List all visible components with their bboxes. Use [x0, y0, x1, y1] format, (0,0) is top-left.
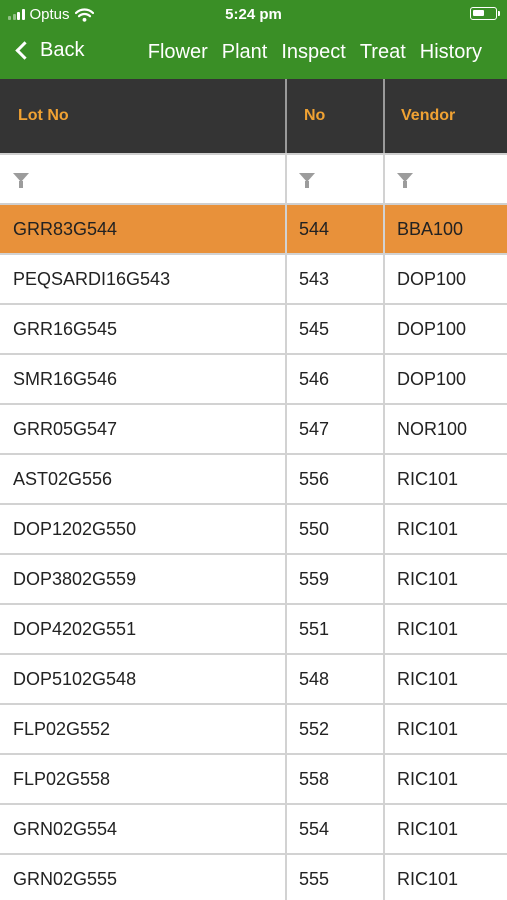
vendor-cell: RIC101: [397, 569, 459, 589]
vendor-cell: RIC101: [397, 619, 459, 639]
no-cell: 547: [299, 419, 330, 439]
vendor-cell: NOR100: [397, 419, 468, 439]
no-cell: 552: [299, 719, 330, 739]
header-divider: [383, 79, 385, 153]
no-cell: 545: [299, 319, 330, 339]
lot-no-cell: DOP5102G548: [13, 669, 137, 689]
lot-no-cell: GRR83G544: [13, 219, 118, 239]
vendor-cell: RIC101: [397, 819, 459, 839]
back-label: Back: [40, 39, 85, 61]
vendor-cell: BBA100: [397, 219, 464, 239]
lot-no-cell: GRN02G555: [13, 869, 118, 889]
table-row[interactable]: FLP02G552 552 RIC101: [0, 705, 507, 755]
no-cell: 558: [299, 769, 330, 789]
vendor-cell: RIC101: [397, 669, 459, 689]
no-cell: 556: [299, 469, 330, 489]
vendor-cell: DOP100: [397, 269, 467, 289]
vendor-cell: RIC101: [397, 869, 459, 889]
column-header-vendor[interactable]: Vendor: [401, 79, 455, 153]
vendor-cell: RIC101: [397, 719, 459, 739]
table-row[interactable]: DOP3802G559 559 RIC101: [0, 555, 507, 605]
no-cell: 546: [299, 369, 330, 389]
table-row[interactable]: PEQSARDI16G543 543 DOP100: [0, 255, 507, 305]
lot-no-cell: AST02G556: [13, 469, 113, 489]
back-button[interactable]: Back: [14, 39, 84, 62]
filter-row: [0, 153, 507, 205]
nav-flower[interactable]: Flower: [148, 41, 208, 64]
column-header-lot-no[interactable]: Lot No: [18, 79, 69, 153]
nav-treat[interactable]: Treat: [360, 41, 406, 64]
vendor-cell: RIC101: [397, 469, 459, 489]
top-bar: Optus 5:24 pm Back Flower Plant Inspect …: [0, 0, 507, 79]
lot-no-cell: FLP02G558: [13, 769, 111, 789]
lot-no-cell: FLP02G552: [13, 719, 111, 739]
vendor-cell: RIC101: [397, 519, 459, 539]
nav-plant[interactable]: Plant: [222, 41, 268, 64]
no-cell: 559: [299, 569, 330, 589]
vendor-cell: RIC101: [397, 769, 459, 789]
table-row[interactable]: FLP02G558 558 RIC101: [0, 755, 507, 805]
lot-no-cell: GRN02G554: [13, 819, 118, 839]
no-cell: 543: [299, 269, 330, 289]
vendor-cell: DOP100: [397, 369, 467, 389]
no-cell: 554: [299, 819, 330, 839]
table-row[interactable]: AST02G556 556 RIC101: [0, 455, 507, 505]
table-row[interactable]: GRR05G547 547 NOR100: [0, 405, 507, 455]
table-row[interactable]: GRR83G544 544 BBA100: [0, 205, 507, 255]
lot-no-cell: DOP3802G559: [13, 569, 137, 589]
nav-history[interactable]: History: [420, 41, 482, 64]
nav-inspect[interactable]: Inspect: [281, 41, 345, 64]
no-cell: 544: [299, 219, 330, 239]
table-body: GRR83G544 544 BBA100 PEQSARDI16G543 543 DOP10…: [0, 205, 507, 900]
lot-no-cell: DOP1202G550: [13, 519, 137, 539]
status-time: 5:24 pm: [225, 6, 282, 23]
no-cell: 551: [299, 619, 330, 639]
table-row[interactable]: GRR16G545 545 DOP100: [0, 305, 507, 355]
table-row[interactable]: SMR16G546 546 DOP100: [0, 355, 507, 405]
battery-icon: [470, 7, 500, 20]
nav-bar: Back Flower Plant Inspect Treat History: [0, 33, 507, 73]
vendor-cell: DOP100: [397, 319, 467, 339]
table-row[interactable]: DOP5102G548 548 RIC101: [0, 655, 507, 705]
lot-no-cell: SMR16G546: [13, 369, 118, 389]
table-header: Lot No No Vendor: [0, 79, 507, 153]
column-divider: [285, 153, 287, 900]
column-header-no[interactable]: No: [304, 79, 325, 153]
table-row[interactable]: GRN02G554 554 RIC101: [0, 805, 507, 855]
status-bar: Optus 5:24 pm: [0, 0, 507, 28]
chevron-left-icon: [15, 41, 34, 60]
no-cell: 548: [299, 669, 330, 689]
table-row[interactable]: DOP1202G550 550 RIC101: [0, 505, 507, 555]
table-row[interactable]: DOP4202G551 551 RIC101: [0, 605, 507, 655]
header-divider: [285, 79, 287, 153]
nav-links: Flower Plant Inspect Treat History: [148, 41, 482, 64]
lot-no-cell: PEQSARDI16G543: [13, 269, 171, 289]
lot-no-cell: GRR05G547: [13, 419, 118, 439]
no-cell: 555: [299, 869, 330, 889]
table-row[interactable]: GRN02G555 555 RIC101: [0, 855, 507, 900]
no-cell: 550: [299, 519, 330, 539]
lot-no-cell: GRR16G545: [13, 319, 118, 339]
column-divider: [383, 153, 385, 900]
lot-no-cell: DOP4202G551: [13, 619, 137, 639]
